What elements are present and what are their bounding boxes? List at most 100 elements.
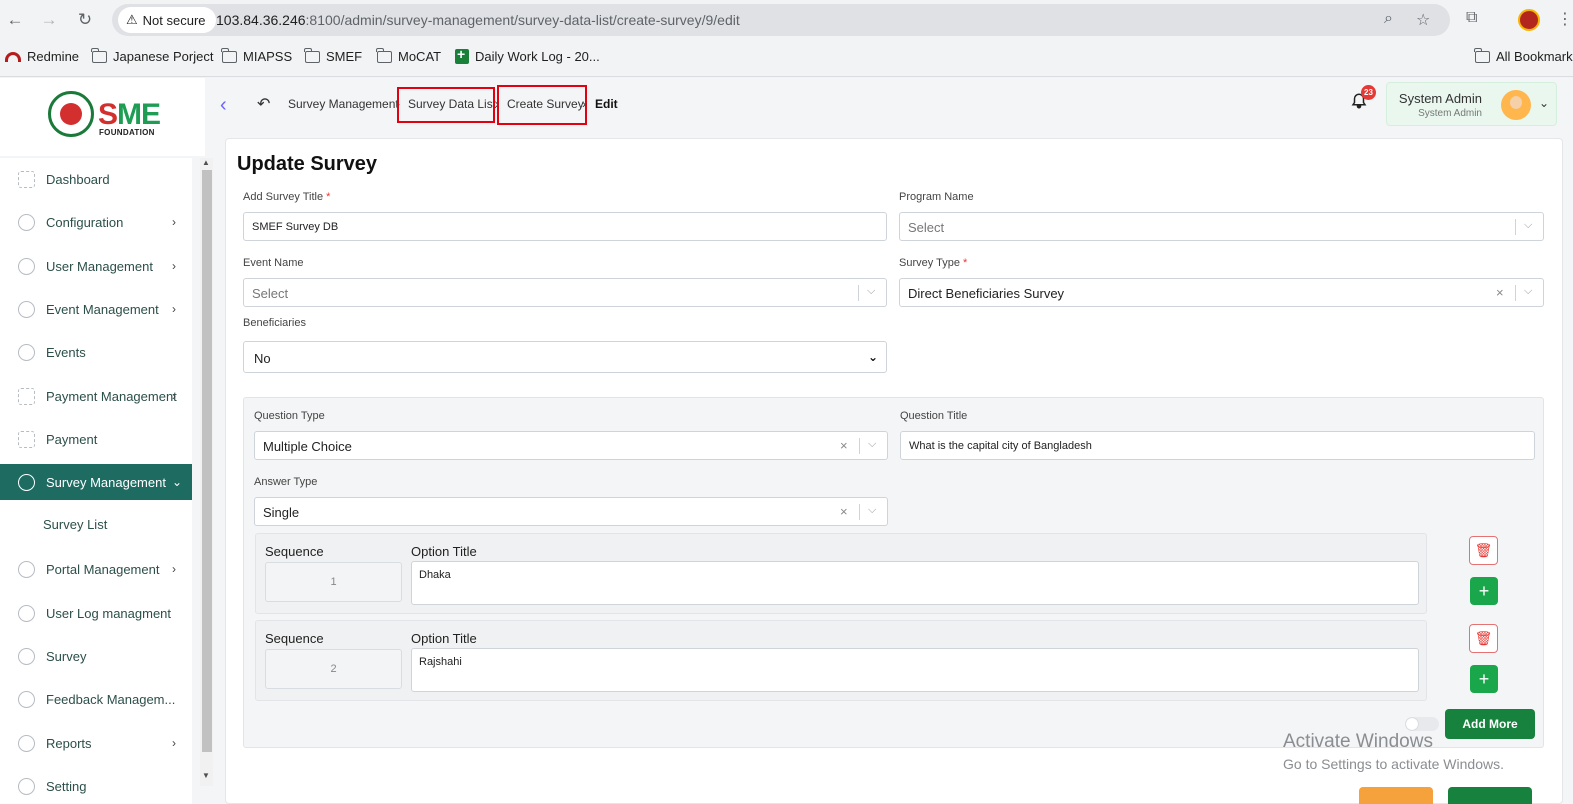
survey-type-select[interactable]: Direct Beneficiaries Survey × ⌵ <box>899 278 1544 307</box>
bookmark-label: MIAPSS <box>243 49 293 64</box>
chevron-right-icon: › <box>172 259 176 273</box>
option-title-textarea[interactable]: Rajshahi <box>411 648 1419 692</box>
bookmark-label: Japanese Porject <box>113 49 214 64</box>
sidebar-item-dashboard[interactable]: Dashboard <box>0 161 192 197</box>
option-title-textarea[interactable]: Dhaka <box>411 561 1419 605</box>
bookmark-all-bookmarks[interactable]: All Bookmarks <box>1474 47 1573 64</box>
event-name-select[interactable]: Select ⌵ <box>243 278 887 307</box>
sidebar-item-label: Event Management <box>46 301 159 317</box>
survey-title-input[interactable] <box>243 212 887 241</box>
browser-toolbar: ← → ↻ ⚠ Not secure 103.84.36.246:8100/ad… <box>0 0 1573 40</box>
breadcrumb-survey-management[interactable]: Survey Management <box>288 97 399 111</box>
sidebar-item-reports[interactable]: Reports › <box>0 725 192 761</box>
bookmark-daily-work-log[interactable]: Daily Work Log - 20... <box>455 46 600 64</box>
survey-type-value: Direct Beneficiaries Survey <box>908 286 1065 301</box>
delete-option-button[interactable]: 🗑 <box>1469 536 1498 565</box>
survey-title-label-text: Add Survey Title <box>243 191 324 203</box>
user-name: System Admin <box>1398 91 1482 106</box>
sidebar-item-payment[interactable]: Payment <box>0 421 192 457</box>
event-name-value: Select <box>252 286 289 301</box>
menu-dots-icon[interactable]: ⋮ <box>1557 9 1573 29</box>
extensions-icon[interactable]: ⧉ <box>1466 9 1477 27</box>
bookmark-miapss[interactable]: MIAPSS <box>221 47 293 64</box>
forward-arrow-icon[interactable]: → <box>38 9 60 31</box>
sequence-field: 1 <box>265 562 402 602</box>
update-survey-card: Update Survey Add Survey Title * Program… <box>225 138 1563 804</box>
submit-button[interactable] <box>1448 787 1532 804</box>
user-role: System Admin <box>1418 108 1482 119</box>
folder-icon <box>221 47 237 63</box>
logo-letter-s: S <box>98 98 118 131</box>
bookmark-label: Daily Work Log - 20... <box>475 49 600 64</box>
answer-type-label: Answer Type <box>254 476 318 488</box>
bookmark-star-icon[interactable]: ☆ <box>1416 10 1430 30</box>
option-row: Sequence Option Title 2 Rajshahi <box>255 620 1427 701</box>
url-text[interactable]: 103.84.36.246:8100/admin/survey-manageme… <box>216 12 740 28</box>
clear-icon[interactable]: × <box>840 504 848 519</box>
sidebar-item-event-management[interactable]: Event Management › <box>0 291 192 327</box>
back-arrow-icon[interactable]: ← <box>4 9 26 31</box>
sidebar-item-configuration[interactable]: Configuration › <box>0 204 192 240</box>
bookmark-japanese-project[interactable]: Japanese Porject <box>91 47 214 64</box>
question-type-select[interactable]: Multiple Choice × ⌵ <box>254 431 888 460</box>
bookmark-mocat[interactable]: MoCAT <box>376 47 441 64</box>
scroll-down-arrow-icon[interactable]: ▼ <box>202 771 210 780</box>
chevron-right-icon: › <box>172 736 176 750</box>
select-separator <box>858 285 859 301</box>
bookmark-smef[interactable]: SMEF <box>304 47 362 64</box>
security-chip[interactable]: ⚠ Not secure <box>118 7 216 33</box>
survey-type-label-text: Survey Type <box>899 257 960 269</box>
sidebar-item-payment-management[interactable]: Payment Management › <box>0 378 192 414</box>
answer-type-value: Single <box>263 505 300 520</box>
sidebar-subitem-survey-list[interactable]: Survey List <box>43 517 107 532</box>
scroll-up-arrow-icon[interactable]: ▲ <box>202 158 210 167</box>
add-option-button[interactable]: + <box>1470 577 1498 605</box>
clear-icon[interactable]: × <box>1496 285 1504 300</box>
folder-icon <box>1474 47 1490 63</box>
sidebar-item-feedback-management[interactable]: Feedback Managem... <box>0 681 192 717</box>
clear-icon[interactable]: × <box>840 438 848 453</box>
breadcrumb-edit: Edit <box>595 97 618 111</box>
cancel-button[interactable] <box>1359 787 1433 804</box>
sme-logo-text: SME <box>98 98 161 132</box>
address-bar[interactable]: ⚠ Not secure 103.84.36.246:8100/admin/su… <box>112 4 1450 36</box>
chevron-right-icon: › <box>172 562 176 576</box>
chevron-down-icon: ⌵ <box>1524 285 1533 297</box>
chevron-down-icon: ⌵ <box>868 504 877 516</box>
sidebar-item-label: Survey <box>46 648 87 664</box>
program-name-select[interactable]: Select ⌵ <box>899 212 1544 241</box>
sidebar-item-events[interactable]: Events <box>0 334 192 370</box>
sidebar-logo[interactable]: SME FOUNDATION <box>0 78 205 156</box>
answer-type-select[interactable]: Single × ⌵ <box>254 497 888 526</box>
sidebar-item-portal-management[interactable]: Portal Management › <box>0 551 192 587</box>
sidebar-item-setting[interactable]: Setting <box>0 768 192 804</box>
delete-option-button[interactable]: 🗑 <box>1469 624 1498 653</box>
user-menu[interactable]: System Admin System Admin ⌄ <box>1386 82 1557 126</box>
chevron-down-icon: ⌵ <box>868 438 877 450</box>
chevron-right-icon: › <box>172 389 176 403</box>
beneficiaries-label: Beneficiaries <box>243 317 306 329</box>
government-seal-logo <box>48 91 94 137</box>
undo-back-icon[interactable]: ↶ <box>257 94 270 114</box>
sidebar-item-survey[interactable]: Survey <box>0 638 192 674</box>
payment-icon <box>18 387 35 405</box>
sidebar-item-user-log[interactable]: User Log managment <box>0 595 192 631</box>
sidebar-scrollbar-thumb[interactable] <box>202 170 212 752</box>
toggle-switch[interactable] <box>1405 717 1439 731</box>
sequence-label: Sequence <box>265 544 324 559</box>
gear-icon <box>18 777 35 795</box>
profile-avatar[interactable] <box>1518 9 1540 31</box>
add-option-button[interactable]: + <box>1470 665 1498 693</box>
sidebar-item-label: Payment Management <box>46 388 177 404</box>
beneficiaries-select[interactable]: No ⌄ <box>243 341 887 373</box>
collapse-sidebar-icon[interactable]: ‹ <box>220 94 227 117</box>
bookmark-redmine[interactable]: Redmine <box>5 49 79 64</box>
question-title-label: Question Title <box>900 410 968 422</box>
sidebar-item-user-management[interactable]: User Management › <box>0 248 192 284</box>
reload-icon[interactable]: ↻ <box>74 9 96 31</box>
question-title-input[interactable] <box>900 431 1535 460</box>
zoom-icon[interactable]: ⌕ <box>1384 10 1393 28</box>
option-title-label: Option Title <box>411 544 477 559</box>
sidebar-item-survey-management[interactable]: Survey Management ⌄ <box>0 464 192 500</box>
required-mark: * <box>963 257 968 269</box>
